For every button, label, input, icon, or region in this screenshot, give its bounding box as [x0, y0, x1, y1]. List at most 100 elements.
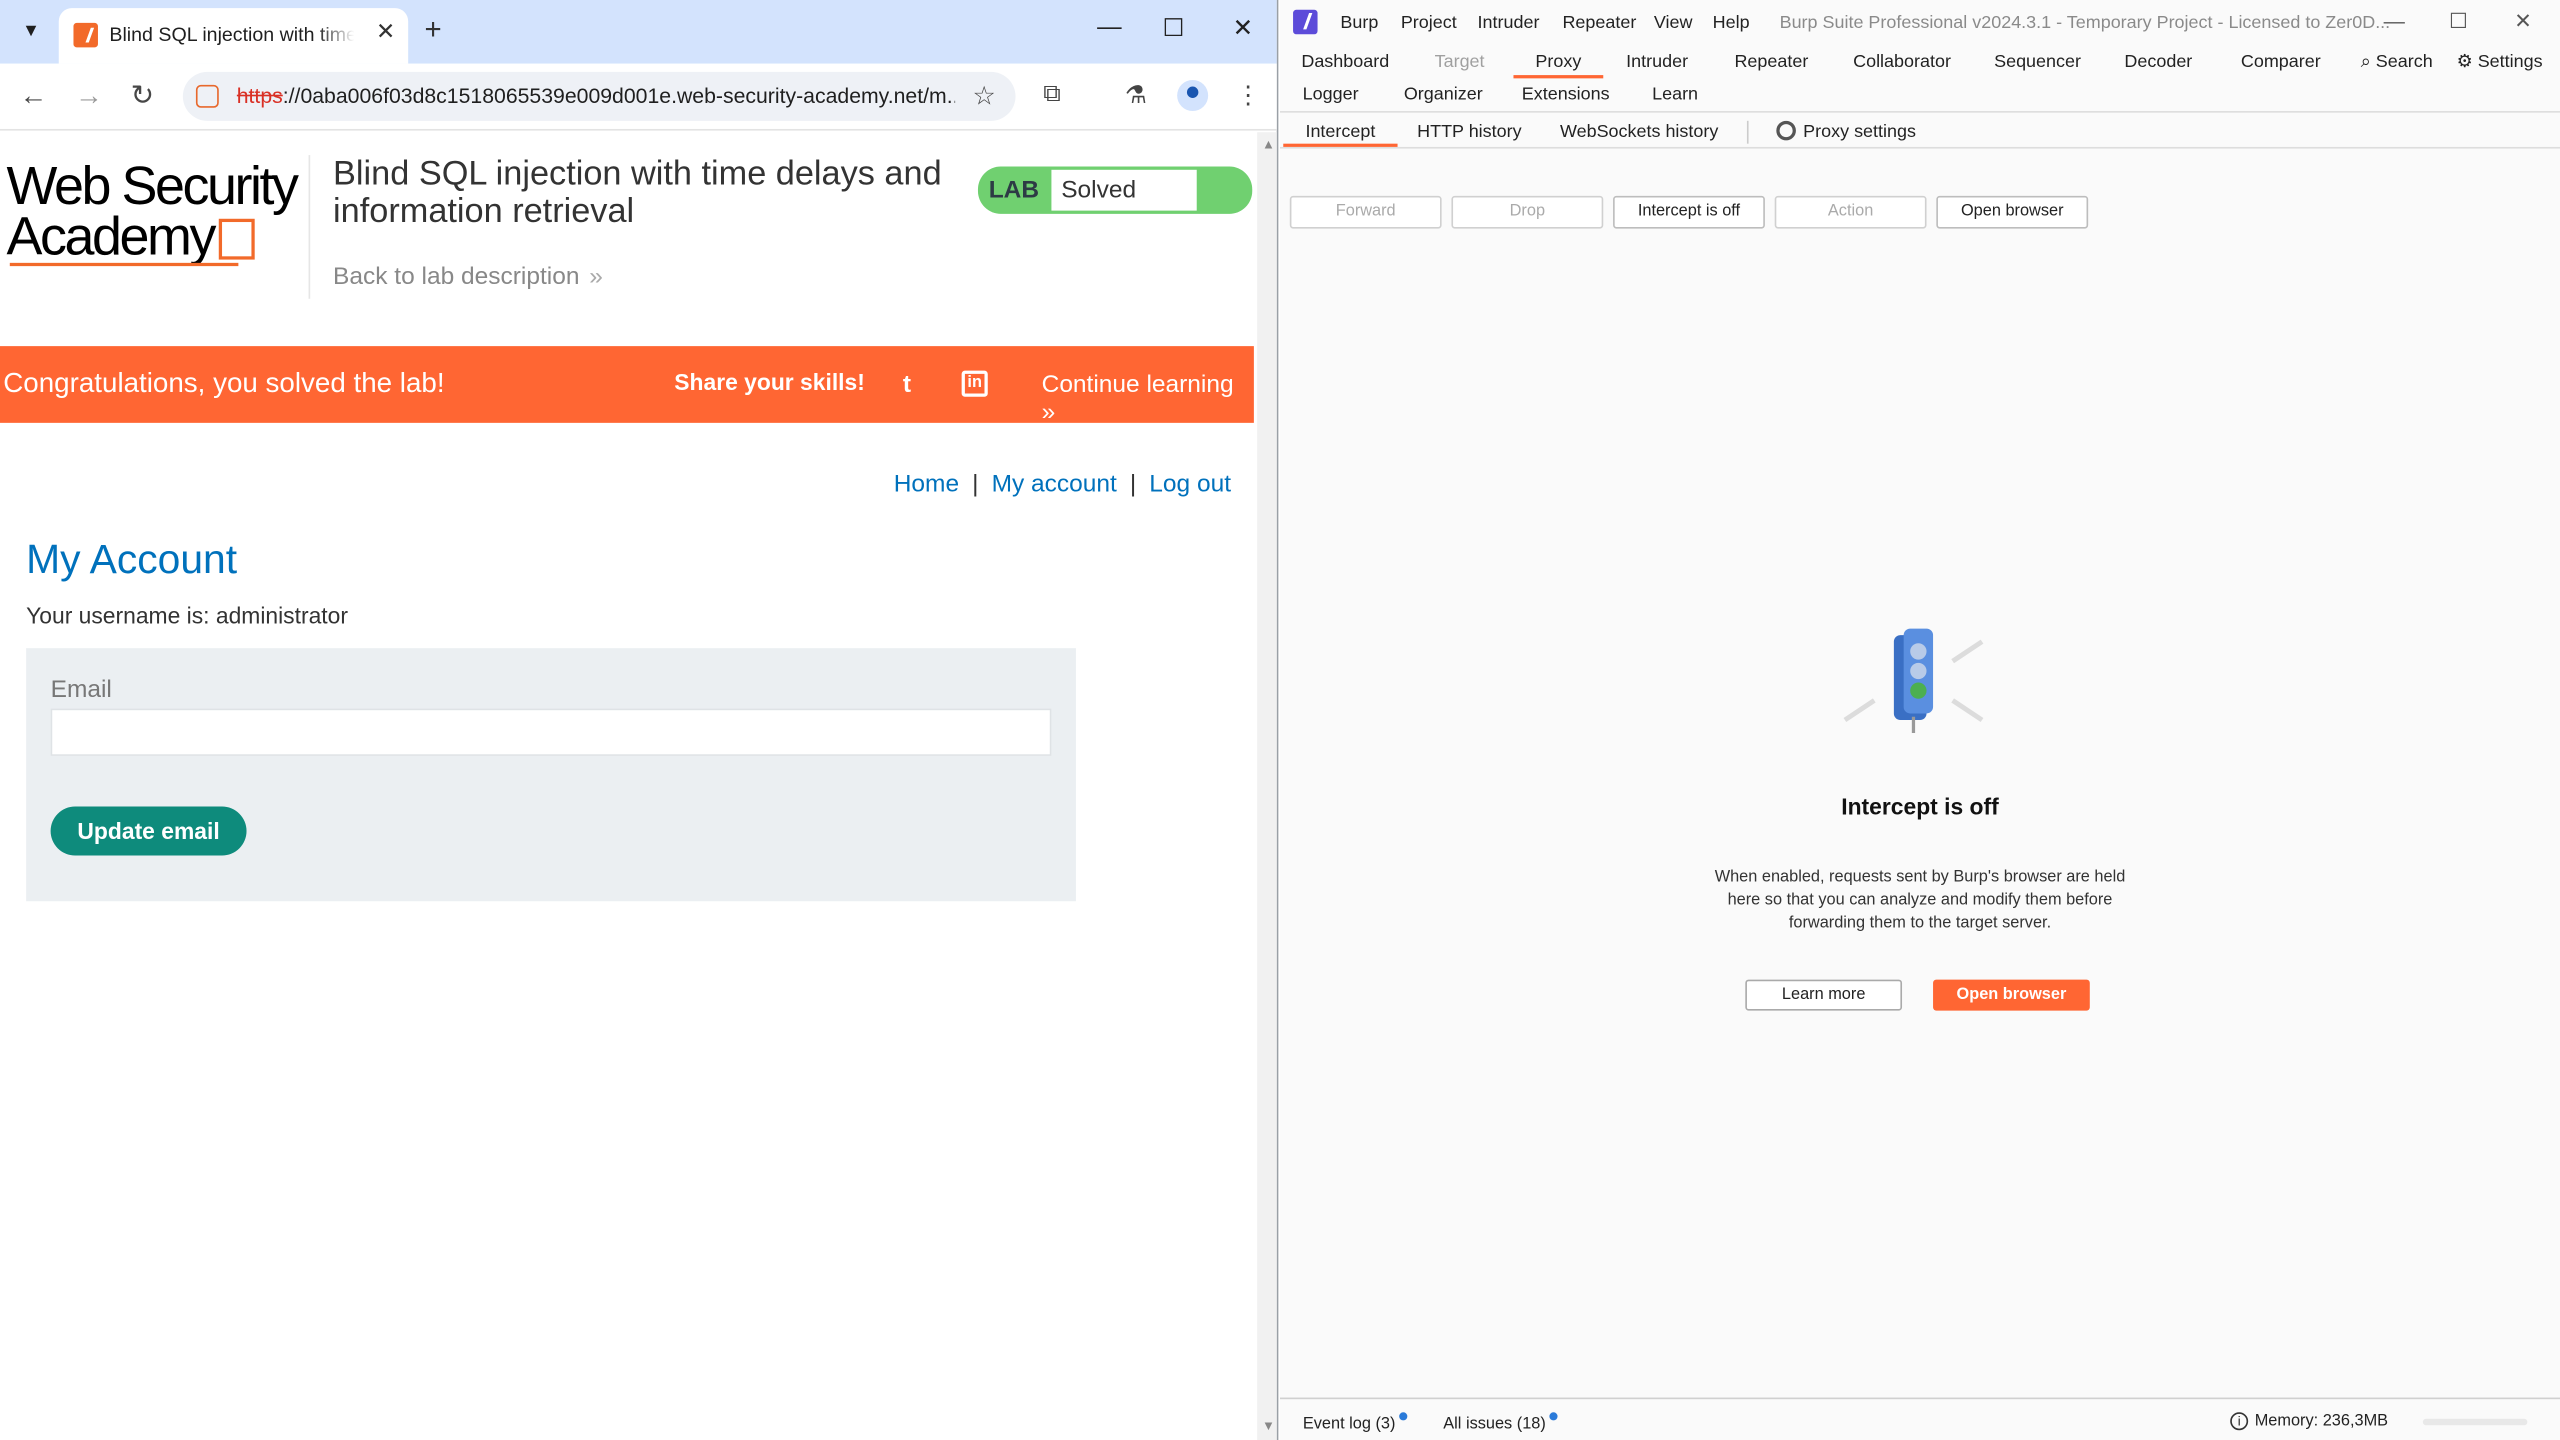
settings-label: Settings — [2477, 52, 2543, 72]
nav-separator: | — [972, 470, 979, 498]
menu-help[interactable]: Help — [1713, 13, 1750, 33]
tab-logger[interactable]: Logger — [1296, 78, 1365, 111]
close-window-button[interactable]: ✕ — [1233, 13, 1254, 43]
burp-maximize-button[interactable]: ☐ — [2449, 8, 2468, 34]
burp-window: Burp Project Intruder Repeater View Help… — [1279, 0, 2560, 1440]
logo-underline — [9, 262, 239, 267]
tab-title: Blind SQL injection with time d — [109, 22, 355, 46]
menu-repeater[interactable]: Repeater — [1562, 13, 1636, 33]
tab-organizer[interactable]: Organizer — [1398, 78, 1489, 111]
back-link-label: Back to lab description — [333, 262, 580, 291]
learn-more-button[interactable]: Learn more — [1745, 979, 1903, 1011]
event-log-dot — [1398, 1412, 1407, 1421]
burp-titlebar: Burp Project Intruder Repeater View Help… — [1279, 0, 2560, 46]
proxy-settings-button[interactable]: Proxy settings — [1773, 118, 1920, 147]
tabs-divider — [1279, 111, 2560, 113]
browser-tab[interactable]: Blind SQL injection with time d ✕ — [58, 8, 409, 64]
subtab-intercept[interactable]: Intercept — [1283, 118, 1398, 147]
continue-label: Continue learning — [1041, 370, 1234, 399]
tab-learn[interactable]: Learn — [1646, 78, 1705, 111]
web-page: Web Security Academy Blind SQL injection… — [0, 132, 1258, 1440]
reload-icon[interactable]: ↻ — [131, 80, 154, 113]
event-log-button[interactable]: Event log (3) — [1303, 1412, 1407, 1433]
tab-strip: ▼ Blind SQL injection with time d ✕ + — … — [0, 0, 1277, 64]
memory-label: Memory: 236,3MB — [2254, 1412, 2389, 1431]
my-account-link[interactable]: My account — [992, 470, 1117, 498]
subtab-http-history[interactable]: HTTP history — [1411, 118, 1529, 147]
menu-view[interactable]: View — [1654, 13, 1693, 33]
tab-proxy[interactable]: Proxy — [1513, 46, 1604, 79]
web-security-academy-logo[interactable]: Web Security Academy — [7, 158, 309, 267]
tab-dashboard[interactable]: Dashboard — [1296, 46, 1394, 79]
tab-close-icon[interactable]: ✕ — [376, 18, 395, 46]
site-info-icon[interactable] — [195, 84, 219, 108]
home-link[interactable]: Home — [894, 470, 959, 498]
status-bar: Event log (3) All issues (18) i Memory: 2… — [1279, 1397, 2560, 1440]
congrats-message: Congratulations, you solved the lab! — [3, 367, 445, 399]
tab-sequencer[interactable]: Sequencer — [1985, 46, 2089, 79]
lab-status-badge: LAB Solved — [977, 166, 1253, 214]
minimize-button[interactable]: — — [1097, 13, 1121, 41]
tab-intruder[interactable]: Intruder — [1615, 46, 1700, 79]
twitter-icon[interactable]: t — [903, 371, 932, 399]
open-browser-button[interactable]: Open browser — [1936, 195, 2089, 229]
continue-learning-link[interactable]: Continue learning » — [1042, 371, 1254, 427]
all-issues-dot — [1549, 1412, 1558, 1421]
maximize-button[interactable]: ☐ — [1162, 13, 1184, 43]
search-button[interactable]: ⌕ Search — [2354, 46, 2439, 79]
subtabs-divider — [1279, 146, 2560, 149]
username-line: Your username is: administrator — [26, 602, 348, 629]
lab-badge-label: LAB — [988, 176, 1040, 205]
log-out-link[interactable]: Log out — [1149, 470, 1231, 498]
linkedin-icon[interactable]: in — [961, 370, 988, 397]
new-tab-button[interactable]: + — [424, 13, 441, 47]
address-bar[interactable]: https://0aba006f03d8c1518065539e009d001e… — [182, 71, 1016, 121]
scroll-down-icon[interactable]: ▼ — [1262, 1419, 1275, 1434]
page-scrollbar[interactable]: ▲ ▼ — [1257, 132, 1277, 1440]
action-button[interactable]: Action — [1774, 195, 1927, 229]
intercept-toggle-button[interactable]: Intercept is off — [1613, 195, 1765, 229]
url-scheme: https — [236, 83, 283, 108]
labs-flask-icon[interactable]: ⚗ — [1125, 80, 1147, 110]
tab-target[interactable]: Target — [1420, 46, 1498, 79]
tab-repeater[interactable]: Repeater — [1724, 46, 1819, 79]
profile-avatar[interactable] — [1177, 79, 1209, 112]
all-issues-button[interactable]: All issues (18) — [1443, 1412, 1558, 1434]
forward-button[interactable]: Forward — [1289, 195, 1442, 229]
memory-indicator: i Memory: 236,3MB — [2230, 1412, 2389, 1431]
extensions-icon[interactable]: ⧉ — [1043, 80, 1061, 108]
proxy-settings-gear-icon — [1777, 120, 1797, 141]
tab-search-icon[interactable]: ▼ — [15, 15, 48, 48]
tab-comparer[interactable]: Comparer — [2227, 46, 2335, 79]
burp-minimize-button[interactable]: — — [2384, 8, 2405, 32]
top-nav: Home | My account | Log out — [894, 470, 1231, 498]
email-field[interactable] — [50, 708, 1052, 756]
scroll-up-icon[interactable]: ▲ — [1262, 137, 1275, 152]
menu-kebab-icon[interactable]: ⋮ — [1236, 80, 1260, 110]
subtab-websockets-history[interactable]: WebSockets history — [1554, 118, 1724, 147]
memory-bar — [2422, 1418, 2528, 1426]
nav-separator: | — [1129, 470, 1137, 498]
logo-bolt-icon — [218, 218, 255, 260]
drop-button[interactable]: Drop — [1451, 195, 1604, 229]
burp-close-button[interactable]: ✕ — [2514, 8, 2532, 34]
back-icon[interactable]: ← — [20, 80, 48, 113]
open-browser-cta-button[interactable]: Open browser — [1933, 979, 2090, 1011]
update-email-button[interactable]: Update email — [50, 806, 247, 856]
settings-button[interactable]: ⚙ Settings — [2449, 46, 2550, 79]
page-title: My Account — [26, 537, 238, 583]
url-rest: ://0aba006f03d8c1518065539e009d001e.web-… — [282, 83, 956, 108]
tab-collaborator[interactable]: Collaborator — [1845, 46, 1959, 79]
menu-intruder[interactable]: Intruder — [1478, 13, 1540, 33]
tab-decoder[interactable]: Decoder — [2116, 46, 2201, 79]
bookmark-star-icon[interactable]: ☆ — [972, 80, 995, 113]
search-icon: ⌕ — [2360, 52, 2371, 72]
intercept-heading: Intercept is off — [1841, 793, 1999, 820]
tab-extensions[interactable]: Extensions — [1518, 78, 1613, 111]
forward-icon[interactable]: → — [75, 80, 103, 113]
menu-burp[interactable]: Burp — [1340, 13, 1378, 33]
back-to-lab-link[interactable]: Back to lab description » — [333, 263, 603, 291]
menu-project[interactable]: Project — [1401, 13, 1457, 33]
lab-title: Blind SQL injection with time delays and… — [333, 155, 942, 231]
all-issues-label: All issues (18) — [1443, 1415, 1546, 1434]
